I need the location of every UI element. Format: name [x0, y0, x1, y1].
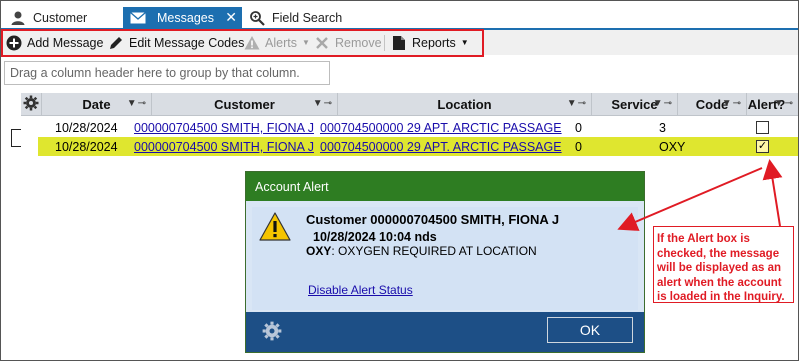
user-icon	[9, 9, 27, 27]
alert-checkbox[interactable]	[756, 121, 769, 134]
dialog-footer: OK	[246, 312, 644, 352]
alert-message: OXY: OXYGEN REQUIRED AT LOCATION	[306, 244, 537, 258]
filter-pin-icon[interactable]: ▼⊸	[127, 98, 147, 109]
table-row[interactable]: 10/28/2024 000000704500 SMITH, FIONA J 0…	[21, 118, 799, 137]
column-header-service[interactable]: Service ▼⊸	[592, 93, 678, 116]
account-alert-dialog: Account Alert Customer 000000704500 SMIT…	[245, 171, 645, 353]
column-header-label: Location	[437, 96, 492, 112]
dialog-title: Account Alert	[246, 172, 644, 201]
column-header-label: Date	[82, 96, 111, 112]
tab-field-search[interactable]: Field Search	[248, 7, 342, 28]
alert-code: OXY	[306, 244, 332, 258]
column-header-label: Customer	[214, 96, 275, 112]
column-header-customer[interactable]: Customer ▼⊸	[152, 93, 338, 116]
gear-icon[interactable]	[262, 321, 282, 344]
gear-icon	[23, 95, 39, 114]
location-link[interactable]: 000704500000 29 APT. ARCTIC PASSAGE	[316, 137, 571, 156]
disable-alert-status-link[interactable]: Disable Alert Status	[308, 283, 413, 297]
table-row-selected[interactable]: 10/28/2024 000000704500 SMITH, FIONA J 0…	[38, 137, 799, 156]
tab-field-search-label: Field Search	[272, 10, 343, 25]
filter-pin-icon[interactable]: ▼⊸	[313, 98, 333, 109]
customer-link[interactable]: 000000704500 SMITH, FIONA J	[130, 137, 330, 156]
service-cell: 0	[575, 121, 582, 135]
service-cell: 0	[575, 140, 582, 154]
tab-customer-label: Customer	[33, 10, 88, 25]
envelope-icon	[129, 9, 147, 27]
filter-pin-icon[interactable]: ▼⊸	[653, 98, 673, 109]
column-header-code[interactable]: Code ▼⊸	[678, 93, 747, 116]
code-cell: OXY	[659, 140, 686, 154]
alert-message-text: : OXYGEN REQUIRED AT LOCATION	[331, 244, 537, 258]
group-panel: Drag a column header here to group by th…	[0, 57, 799, 89]
code-cell: 3	[659, 121, 666, 135]
magnifier-icon	[248, 9, 266, 27]
arrow-to-checkbox	[762, 159, 783, 227]
close-tab-icon[interactable]: ✕	[225, 9, 237, 26]
location-link[interactable]: 000704500000 29 APT. ARCTIC PASSAGE	[316, 118, 571, 137]
tab-messages[interactable]: Messages ✕	[123, 7, 242, 28]
alert-customer-line: Customer 000000704500 SMITH, FIONA J	[306, 212, 560, 227]
filter-pin-icon[interactable]: ▼⊸	[722, 98, 742, 109]
alert-date-line: 10/28/2024 10:04 nds	[313, 230, 437, 244]
ok-button[interactable]: OK	[547, 317, 633, 343]
row-indicator	[11, 129, 21, 147]
tab-bar: Customer Messages ✕ Field Search	[0, 7, 799, 28]
tab-messages-label: Messages	[157, 10, 214, 25]
warning-icon	[259, 212, 291, 244]
column-header-label: Service	[611, 96, 658, 112]
filter-pin-icon[interactable]: ▼⊸	[567, 98, 587, 109]
tab-customer[interactable]: Customer	[9, 7, 87, 28]
toolbar-highlight-box	[1, 29, 484, 57]
annotation-note: If the Alert box is checked, the message…	[653, 226, 794, 303]
column-header-location[interactable]: Location ▼⊸	[338, 93, 592, 116]
column-header-date[interactable]: Date ▼⊸	[42, 93, 152, 116]
column-chooser-button[interactable]	[21, 93, 42, 116]
filter-pin-icon[interactable]: ▼⊸	[774, 98, 794, 109]
customer-link[interactable]: 000000704500 SMITH, FIONA J	[130, 118, 330, 137]
group-by-drop-area[interactable]: Drag a column header here to group by th…	[4, 61, 330, 85]
column-header-alert[interactable]: Alert? ▼⊸	[747, 93, 799, 116]
alert-checkbox-checked[interactable]: ✓	[756, 140, 769, 153]
